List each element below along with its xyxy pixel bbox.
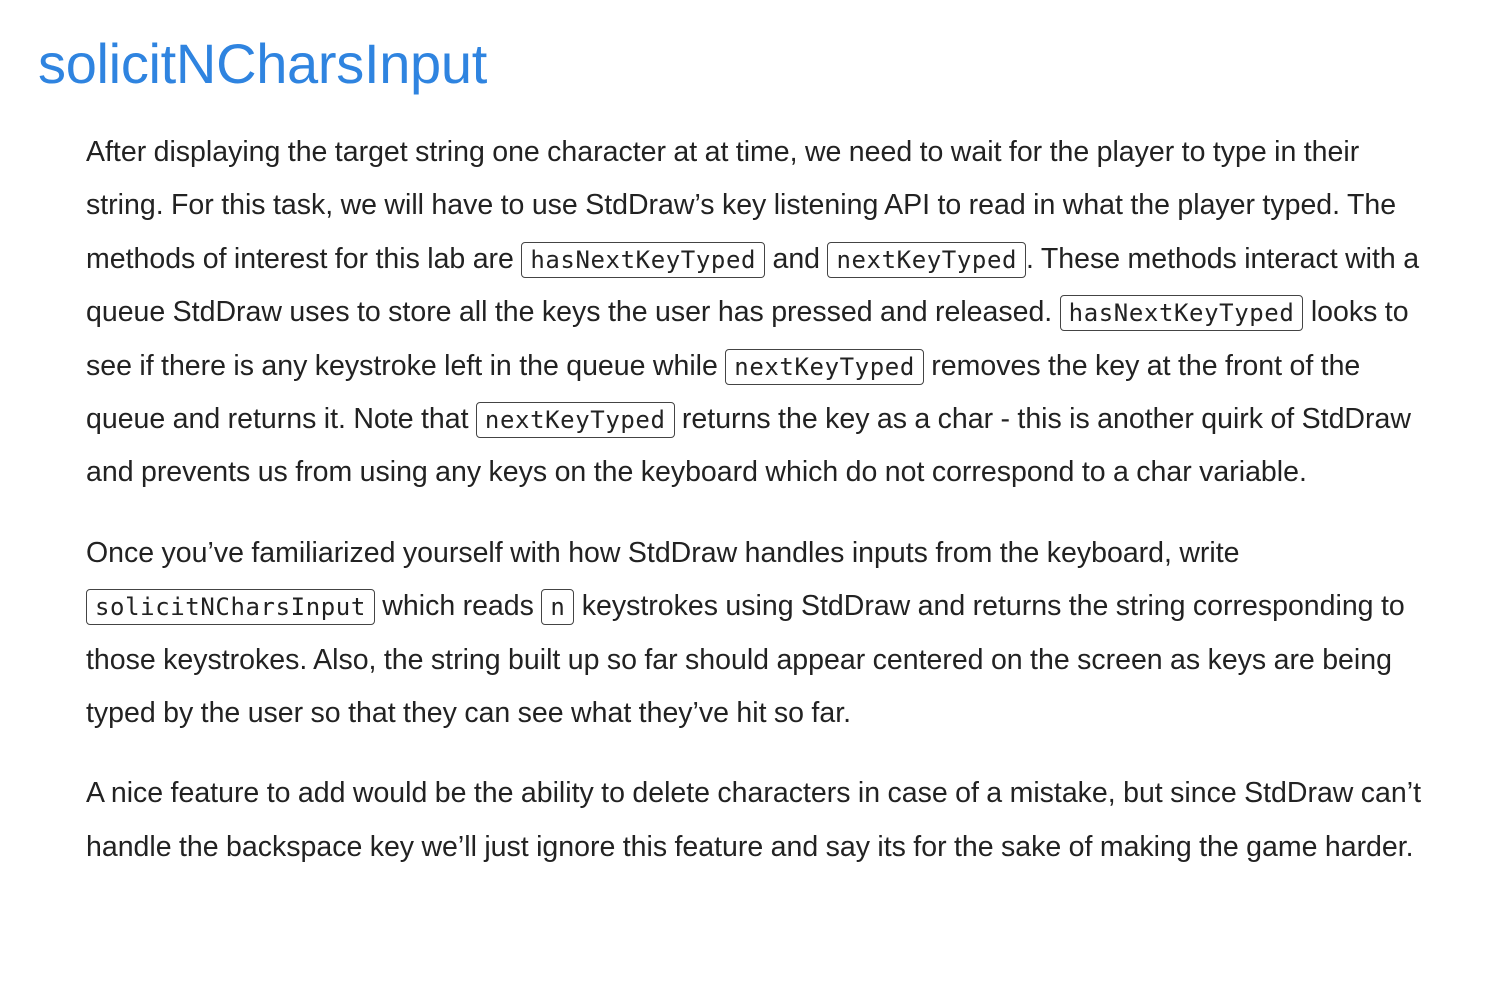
section-body: After displaying the target string one c… (86, 126, 1431, 901)
section-heading: solicitNCharsInput (38, 32, 487, 95)
paragraph-text: A nice feature to add would be the abili… (86, 777, 1421, 863)
code-n: n (541, 589, 575, 626)
code-has-next-key-typed: hasNextKeyTyped (1059, 295, 1304, 332)
paragraph-text: and (765, 242, 828, 275)
document-page: solicitNCharsInput After displaying the … (0, 0, 1499, 1002)
code-solicit-n-chars-input: solicitNCharsInput (86, 589, 375, 626)
paragraph-write-method: Once you’ve familiarized yourself with h… (86, 527, 1431, 741)
paragraph-backspace-note: A nice feature to add would be the abili… (86, 767, 1431, 874)
paragraph-keystroke-api: After displaying the target string one c… (86, 126, 1431, 500)
paragraph-text: Once you’ve familiarized yourself with h… (86, 536, 1240, 569)
code-next-key-typed: nextKeyTyped (725, 348, 924, 385)
code-has-next-key-typed: hasNextKeyTyped (521, 241, 766, 278)
paragraph-text: which reads (374, 590, 542, 623)
code-next-key-typed: nextKeyTyped (827, 241, 1027, 278)
code-next-key-typed: nextKeyTyped (475, 402, 675, 439)
